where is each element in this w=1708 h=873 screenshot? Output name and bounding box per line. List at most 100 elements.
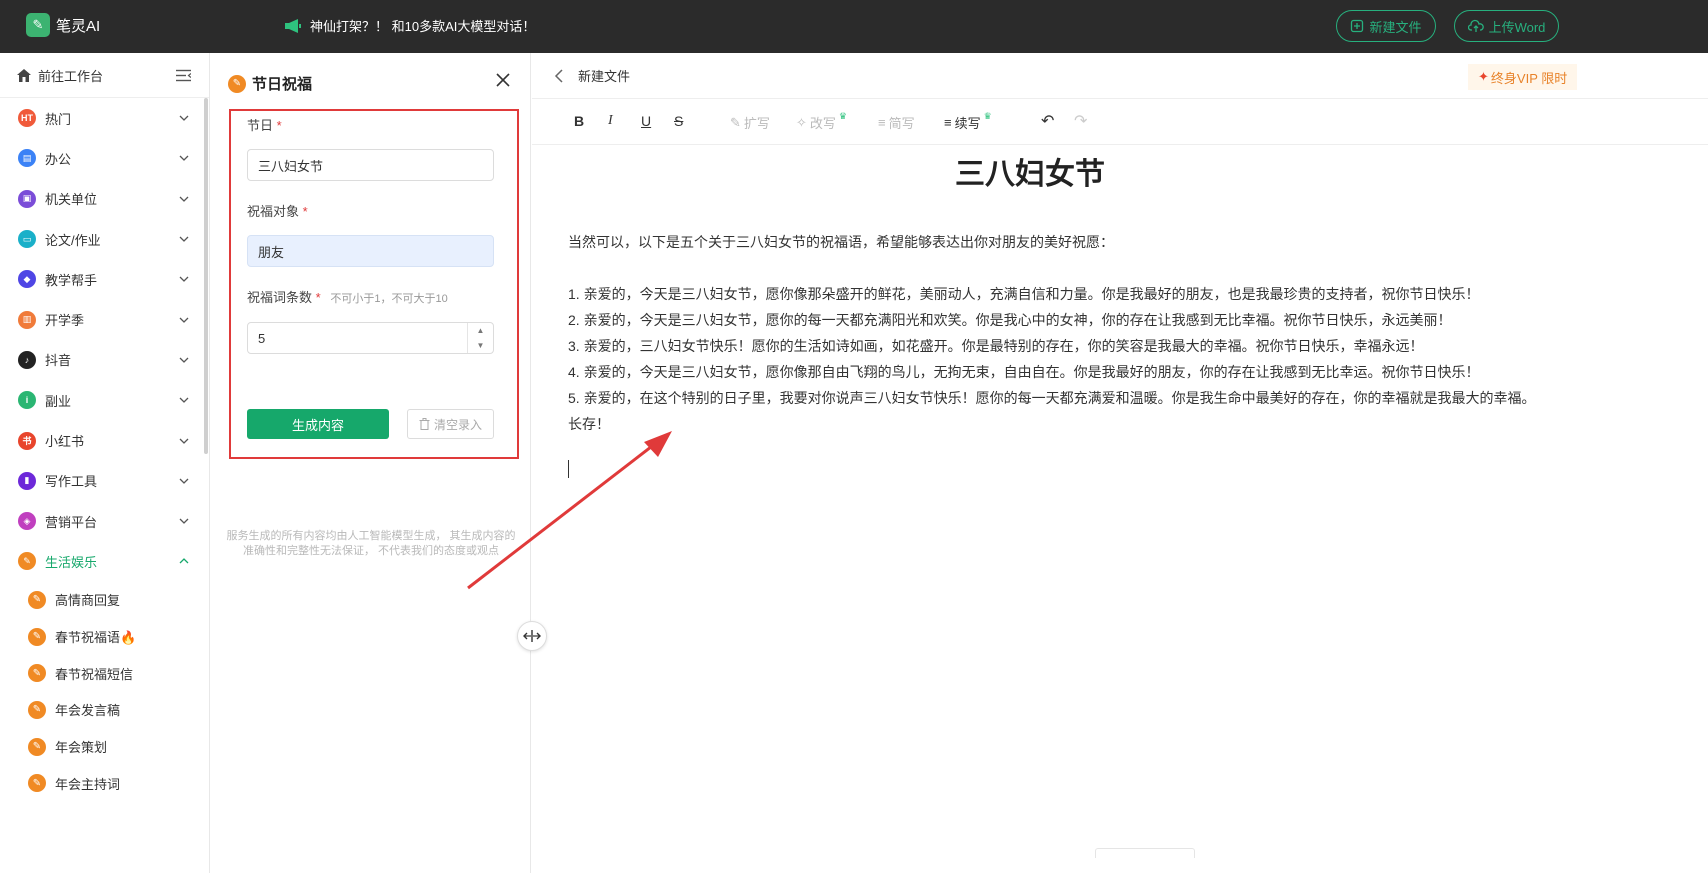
document-title[interactable]: 三八妇女节 <box>532 149 1528 193</box>
chevron-down-icon <box>179 438 189 444</box>
clear-input-button[interactable]: 清空录入 <box>407 409 494 439</box>
tiktok-icon: ♪ <box>18 350 36 369</box>
editor-header: 新建文件 ✦ 终身VIP 限时 <box>532 53 1708 99</box>
crown-icon: ♛ <box>838 111 847 121</box>
vip-banner[interactable]: ✦ 终身VIP 限时 <box>1468 64 1578 90</box>
sidebar-item-label: 营销平台 <box>45 514 98 530</box>
bold-button[interactable]: B <box>574 113 584 129</box>
strikethrough-label: S <box>674 113 684 129</box>
editor-area: 新建文件 ✦ 终身VIP 限时 B I U S ✎ 扩写 ✧ 改写 ♛ ≡ 简写 ≡ 续写… <box>532 53 1708 873</box>
sidebar-item-content: i 副业 <box>18 391 71 410</box>
submenu-item[interactable]: ✎ 高情商回复 <box>0 582 209 619</box>
required-mark: * <box>315 290 321 305</box>
sidebar-item[interactable]: ♪ 抖音 <box>0 340 209 380</box>
workspace-label: 前往工作台 <box>38 68 104 84</box>
workspace-link[interactable]: 前往工作台 <box>16 66 103 85</box>
target-input[interactable]: 朋友 <box>247 235 494 267</box>
italic-label: I <box>608 113 613 128</box>
submenu-item[interactable]: ✎ 春节祝福语🔥 <box>0 618 209 655</box>
back-icon[interactable] <box>554 68 564 83</box>
required-mark: * <box>276 118 282 133</box>
submenu-item[interactable]: ✎ 年会主持词 <box>0 765 209 802</box>
count-label: 祝福词条数 * 不可小于1，不可大于10 <box>247 287 448 306</box>
pencil-icon: ✎ <box>28 664 46 683</box>
pencil-icon: ✎ <box>28 774 46 793</box>
blessing-line-5: 5. 亲爱的，在这个特别的日子里，我要对你说声三八妇女节快乐！愿你的每一天都充满… <box>568 390 1536 406</box>
chevron-down-icon <box>179 357 189 363</box>
category-menu: HT 热门 ▤ 办公 ▣ 机关单位 ▭ 论文/作业 ◆ 教学帮手 ▥ 开学季 ♪ 抖音 i 副业书小红书 ▮ 写作… <box>0 98 209 582</box>
sidebar-item[interactable]: ▭ 论文/作业 <box>0 219 209 259</box>
sidebar-item[interactable]: 书小红书 <box>0 420 209 460</box>
submenu-item-label: 春节祝福语🔥 <box>55 630 137 646</box>
tag-icon: ◈ <box>18 512 36 531</box>
continue-writing-button[interactable]: ≡ 续写 ♛ <box>944 111 992 132</box>
new-file-button[interactable]: 新建文件 <box>1336 10 1436 42</box>
blessing-line-4: 4. 亲爱的，今天是三八妇女节，愿你像那自由飞翔的鸟儿，无拘无束，自由自在。你是… <box>568 364 1480 380</box>
sidebar-item-content: HT 热门 <box>18 109 71 128</box>
pencil-icon: ✎ <box>28 737 46 756</box>
submenu-item[interactable]: ✎ 年会发言稿 <box>0 692 209 729</box>
form-panel: ✎ 节日祝福 节日 * 三八妇女节 祝福对象 * 朋友 祝福词条数 * 不可小于… <box>210 53 531 873</box>
redo-button[interactable]: ↷ <box>1074 111 1087 131</box>
chevron-down-icon <box>179 155 189 162</box>
logo[interactable]: ✎ 笔灵AI <box>26 13 100 37</box>
undo-icon: ↶ <box>1041 113 1055 130</box>
count-hint: 不可小于1，不可大于10 <box>330 293 448 305</box>
sidebar-item[interactable]: ◆ 教学帮手 <box>0 259 209 299</box>
submenu-item[interactable]: ✎ 春节祝福短信 <box>0 655 209 692</box>
bottom-tab[interactable] <box>1095 848 1195 858</box>
sidebar-scrollbar[interactable] <box>204 98 208 454</box>
blessing-line-1: 1. 亲爱的，今天是三八妇女节，愿你像那朵盛开的鲜花，美丽动人，充满自信和力量。… <box>568 286 1480 302</box>
close-icon[interactable] <box>496 73 510 87</box>
panel-resize-handle[interactable] <box>517 621 547 651</box>
generate-button[interactable]: 生成内容 <box>247 409 389 439</box>
strikethrough-button[interactable]: S <box>674 113 683 129</box>
chevron-up-icon <box>179 558 189 564</box>
sidebar-item-content: ▣ 机关单位 <box>18 189 97 208</box>
festival-input[interactable]: 三八妇女节 <box>247 149 494 181</box>
resize-arrows-icon <box>523 630 541 642</box>
sidebar-item-content: ▥ 开学季 <box>18 310 84 329</box>
clear-input-label: 清空录入 <box>433 417 482 432</box>
sidebar-item-label: 机关单位 <box>45 192 98 208</box>
rewrite-button[interactable]: ✧ 改写 ♛ <box>796 111 847 132</box>
sidebar-item[interactable]: i 副业 <box>0 380 209 420</box>
document-body[interactable]: 当然可以，以下是五个关于三八妇女节的祝福语，希望能够表达出你对朋友的美好祝愿： … <box>568 229 1708 437</box>
promo-banner[interactable]: 神仙打架？！ 和10多款AI大模型对话！ <box>284 16 535 35</box>
italic-button[interactable]: I <box>608 113 613 129</box>
sidebar-item[interactable]: ◈ 营销平台 <box>0 501 209 541</box>
sidebar-item[interactable]: ▥ 开学季 <box>0 299 209 339</box>
graduation-icon: ◆ <box>18 270 36 289</box>
simplify-button[interactable]: ≡ 简写 <box>878 113 915 132</box>
increment-icon[interactable]: ▲ <box>468 323 493 338</box>
festival-value: 三八妇女节 <box>258 158 324 174</box>
briefcase-icon: ▤ <box>18 149 36 168</box>
disclaimer-text: 服务生成的所有内容均由人工智能模型生成， 其生成内容的准确性和完整性无法保证， … <box>226 530 516 557</box>
continue-icon: ≡ <box>944 115 952 130</box>
expand-label: 扩写 <box>743 116 770 131</box>
chevron-down-icon <box>179 115 189 122</box>
sidebar-item-content: ▮ 写作工具 <box>18 471 97 490</box>
info-icon: i <box>18 391 36 410</box>
count-stepper[interactable]: 5 ▲ ▼ <box>247 322 494 354</box>
sidebar-item-label: 开学季 <box>45 313 85 329</box>
sidebar-item[interactable]: ▤ 办公 <box>0 138 209 178</box>
undo-button[interactable]: ↶ <box>1041 111 1054 131</box>
collapse-menu-icon[interactable] <box>176 69 191 82</box>
sidebar-item-label: 生活娱乐 <box>45 554 98 570</box>
sidebar-item[interactable]: ▮ 写作工具 <box>0 461 209 501</box>
xiaohongshu-icon: 书 <box>18 431 36 450</box>
sidebar-item-label: 办公 <box>45 151 72 167</box>
submenu-item[interactable]: ✎ 年会策划 <box>0 728 209 765</box>
document-name[interactable]: 新建文件 <box>578 66 630 85</box>
decrement-icon[interactable]: ▼ <box>468 338 493 353</box>
sidebar-item[interactable]: ▣ 机关单位 <box>0 179 209 219</box>
underline-label: U <box>641 113 652 129</box>
underline-button[interactable]: U <box>641 113 651 129</box>
sidebar-item[interactable]: ✎ 生活娱乐 <box>0 541 209 581</box>
pencil-icon: ✎ <box>28 700 46 719</box>
upload-word-button[interactable]: 上传Word <box>1454 10 1559 42</box>
expand-button[interactable]: ✎ 扩写 <box>730 113 770 132</box>
sidebar-item[interactable]: HT 热门 <box>0 98 209 138</box>
